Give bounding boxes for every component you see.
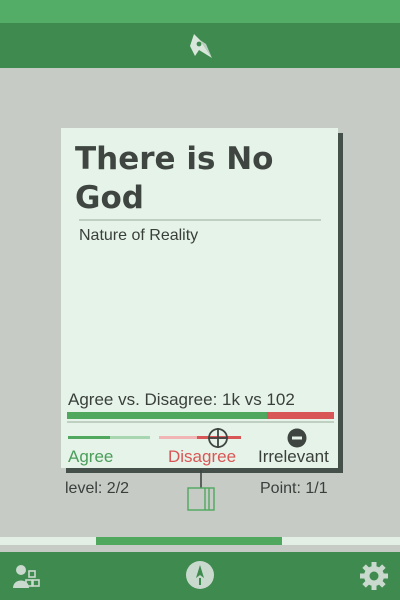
statement-card[interactable]: There is No God Nature of Reality Agree … (61, 128, 338, 468)
vote-summary: Agree vs. Disagree: 1k vs 102 (68, 390, 295, 409)
agree-indicator-light (110, 436, 150, 439)
progress-track (0, 537, 400, 545)
vote-agree-segment (67, 412, 267, 419)
agree-indicator-strong (68, 436, 110, 439)
gear-icon[interactable] (359, 561, 389, 591)
crosshair-icon (208, 428, 228, 448)
people-icon[interactable] (12, 562, 40, 590)
statement-title: There is No God (75, 141, 274, 216)
vote-ratio-bar (67, 412, 334, 419)
status-bar (0, 0, 400, 23)
agree-indicator (68, 436, 150, 439)
title-divider (79, 219, 321, 221)
compass-icon[interactable] (185, 560, 215, 590)
statement-category: Nature of Reality (79, 227, 199, 244)
vote-divider (67, 421, 334, 423)
logo-icon[interactable] (186, 30, 216, 62)
minus-circle-icon (287, 428, 307, 448)
disagree-indicator-light (159, 436, 197, 439)
tree-icon[interactable] (186, 470, 216, 512)
disagree-button[interactable]: Disagree (168, 447, 236, 467)
progress-fill (96, 537, 282, 545)
vote-disagree-segment (267, 412, 334, 419)
point-indicator: Point: 1/1 (260, 480, 328, 497)
irrelevant-button[interactable]: Irrelevant (258, 447, 329, 467)
agree-button[interactable]: Agree (68, 447, 113, 467)
level-indicator: level: 2/2 (65, 480, 130, 497)
